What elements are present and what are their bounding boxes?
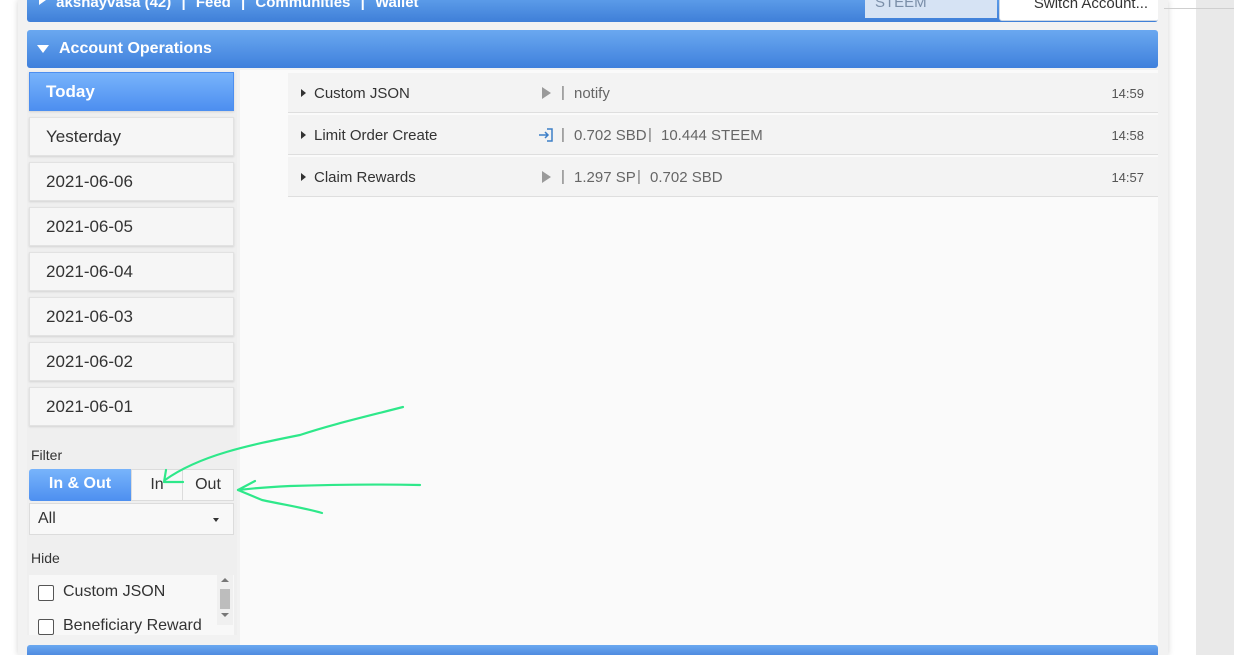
top-nav: akshayvasa (42) | Feed | Communities | W… xyxy=(39,0,425,11)
scroll-up-icon[interactable] xyxy=(221,578,229,582)
detail-separator: | xyxy=(561,84,565,101)
operation-detail: notify xyxy=(574,85,610,102)
section-title: Account Operations xyxy=(59,40,212,57)
operation-time: 14:58 xyxy=(1111,128,1144,143)
date-button[interactable]: 2021-06-01 xyxy=(29,387,234,426)
date-today-button[interactable]: Today xyxy=(29,72,234,111)
nav-feed[interactable]: Feed xyxy=(196,0,231,11)
select-value: All xyxy=(38,510,56,527)
dropdown-arrow-icon xyxy=(213,518,219,522)
nav-separator: | xyxy=(241,0,246,11)
divider-line xyxy=(1164,8,1234,9)
operation-detail: 10.444 STEEM xyxy=(661,127,763,144)
operation-name: Claim Rewards xyxy=(314,169,416,186)
checkbox-icon[interactable] xyxy=(38,585,54,601)
operation-time: 14:57 xyxy=(1111,170,1144,185)
date-button[interactable]: 2021-06-04 xyxy=(29,252,234,291)
account-operations-header[interactable]: Account Operations xyxy=(27,30,1158,68)
date-button[interactable]: 2021-06-03 xyxy=(29,297,234,336)
expand-row-icon[interactable] xyxy=(301,173,306,181)
date-button[interactable]: 2021-06-05 xyxy=(29,207,234,246)
hide-item-custom-json[interactable]: Custom JSON xyxy=(29,577,217,607)
operation-row[interactable]: Custom JSON | notify 14:59 xyxy=(288,73,1158,113)
nav-account[interactable]: akshayvasa (42) xyxy=(56,0,171,11)
next-section-header[interactable] xyxy=(27,645,1158,655)
expand-row-icon[interactable] xyxy=(301,131,306,139)
operation-time: 14:59 xyxy=(1111,86,1144,101)
filter-out-button[interactable]: Out xyxy=(183,469,234,501)
filter-in-button[interactable]: In xyxy=(131,469,183,501)
sign-in-icon xyxy=(539,128,553,142)
operation-type-select[interactable]: All xyxy=(29,503,234,535)
filter-label: Filter xyxy=(31,447,63,463)
date-button[interactable]: 2021-06-06 xyxy=(29,162,234,201)
operation-detail: 1.297 SP xyxy=(574,169,636,186)
filter-in-out-button[interactable]: In & Out xyxy=(29,469,131,501)
window-edge xyxy=(1196,0,1234,655)
detail-separator: | xyxy=(561,126,565,143)
operation-row[interactable]: Limit Order Create | 0.702 SBD | 10.444 … xyxy=(288,115,1158,155)
hide-label: Hide xyxy=(31,550,60,566)
hide-item-beneficiary-reward[interactable]: Beneficiary Reward xyxy=(29,611,217,635)
hide-list: Custom JSON Beneficiary Reward xyxy=(29,575,234,635)
operation-name: Custom JSON xyxy=(314,85,410,102)
detail-separator: | xyxy=(637,168,641,185)
expand-arrow-icon[interactable] xyxy=(39,0,46,5)
date-yesterday-button[interactable]: Yesterday xyxy=(29,117,234,156)
nav-separator: | xyxy=(360,0,365,11)
detail-separator: | xyxy=(561,168,565,185)
nav-separator: | xyxy=(181,0,186,11)
operation-row[interactable]: Claim Rewards | 1.297 SP | 0.702 SBD 14:… xyxy=(288,157,1158,197)
switch-account-button[interactable]: Switch Account... xyxy=(999,0,1158,21)
hide-list-scrollbar[interactable] xyxy=(217,575,233,625)
play-icon xyxy=(542,87,551,99)
nav-wallet[interactable]: Wallet xyxy=(375,0,419,11)
top-nav-bar: akshayvasa (42) | Feed | Communities | W… xyxy=(27,0,1158,22)
operation-detail: 0.702 SBD xyxy=(650,169,723,186)
hide-item-label: Beneficiary Reward xyxy=(63,617,202,634)
scroll-down-icon[interactable] xyxy=(221,613,229,617)
date-button[interactable]: 2021-06-02 xyxy=(29,342,234,381)
scroll-thumb[interactable] xyxy=(220,589,230,609)
expand-row-icon[interactable] xyxy=(301,89,306,97)
checkbox-icon[interactable] xyxy=(38,619,54,635)
detail-separator: | xyxy=(648,126,652,143)
operation-name: Limit Order Create xyxy=(314,127,438,144)
play-icon xyxy=(542,171,551,183)
operation-detail: 0.702 SBD xyxy=(574,127,647,144)
coin-selector[interactable]: STEEM xyxy=(865,0,997,18)
hide-item-label: Custom JSON xyxy=(63,583,166,600)
caret-down-icon xyxy=(37,45,49,53)
nav-communities[interactable]: Communities xyxy=(255,0,350,11)
